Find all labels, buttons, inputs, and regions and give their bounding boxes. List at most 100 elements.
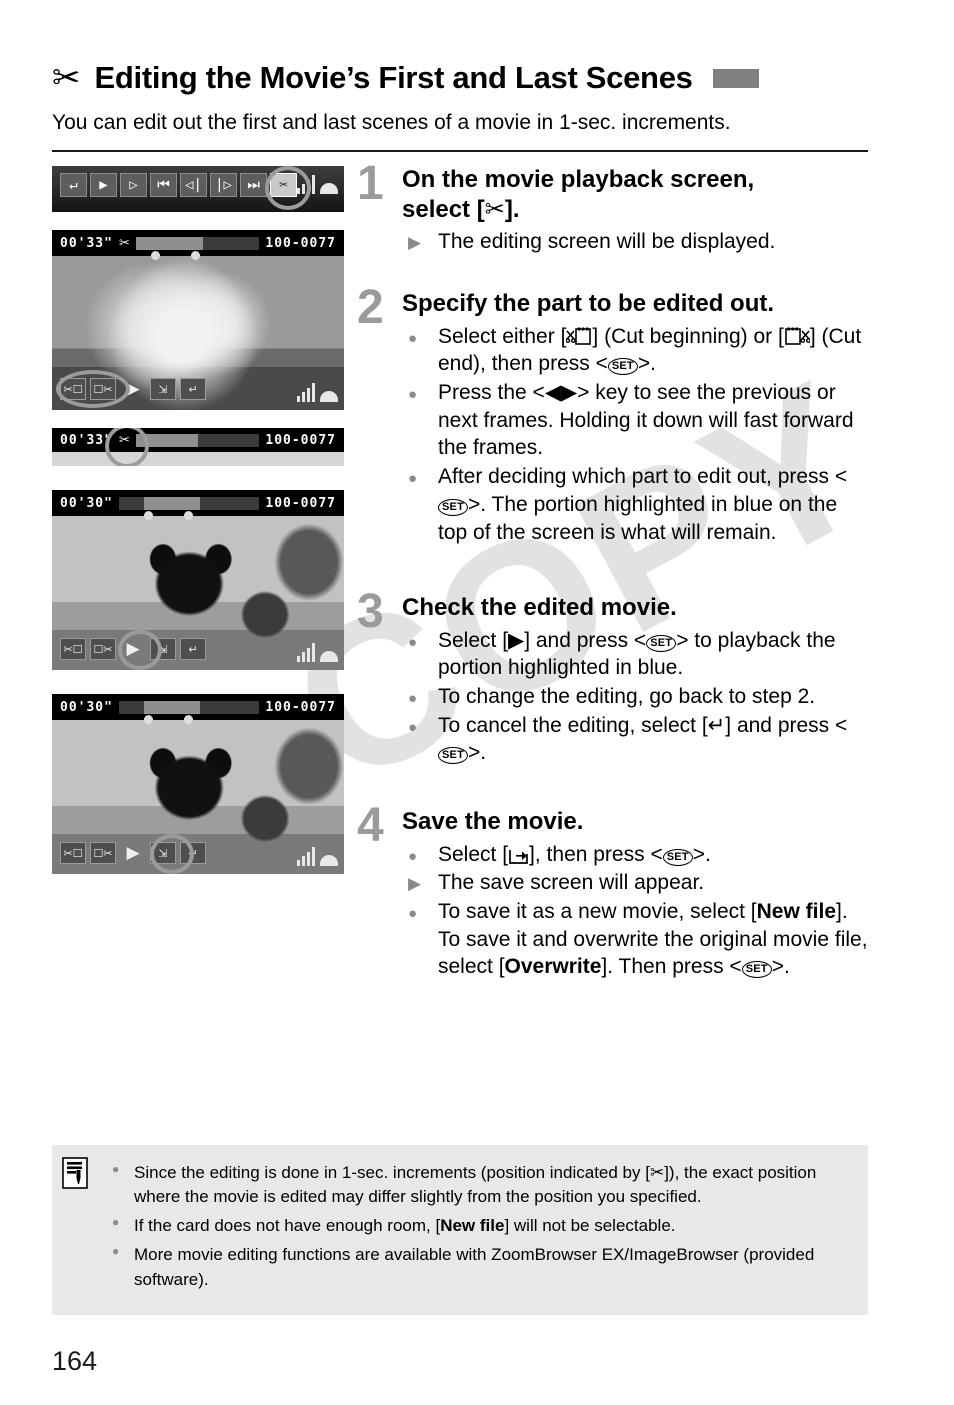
return-icon: ↵ [707, 712, 726, 737]
set-key-icon: SET [741, 961, 772, 979]
scissors-icon: ✂ [118, 235, 130, 251]
bullet-text: Press the < [438, 381, 545, 404]
highlight-ellipse [105, 428, 149, 467]
step-number: 2 [357, 281, 384, 335]
edit-timeline[interactable] [118, 496, 260, 520]
volume-bars-icon [297, 382, 315, 403]
step-2-bullets: Select either [] (Cut beginning) or [] (… [402, 323, 870, 547]
step-heading: Specify the part to be edited out. [402, 290, 775, 318]
bullet-text: ]. Then press < [601, 955, 742, 979]
timecode: 00'30" [60, 495, 113, 511]
list-item: To cancel the editing, select [↵] and pr… [402, 712, 870, 767]
first-frame-icon[interactable]: ⏮ [150, 173, 177, 198]
bullet-text: After deciding which part to edit out, p… [438, 465, 848, 489]
triangle-bullet-icon [408, 869, 421, 897]
next-frame-icon[interactable]: |▷ [210, 173, 237, 198]
dot-bullet-icon [408, 379, 417, 407]
timecode: 00'30" [60, 699, 113, 715]
cut-end-icon[interactable]: ☐✂ [90, 638, 116, 661]
chapter-tab-marker [712, 68, 759, 88]
return-icon[interactable]: ↵ [180, 378, 206, 401]
note-box: Since the editing is done in 1-sec. incr… [52, 1145, 868, 1315]
list-item: The editing screen will be displayed. [402, 228, 870, 256]
step-1: 1 On the movie playback screen, select [… [357, 160, 870, 286]
dot-bullet-icon [112, 1214, 119, 1231]
list-item: To change the editing, go back to step 2… [402, 683, 870, 711]
cut-beginning-icon[interactable]: ✂☐ [60, 842, 86, 865]
dot-bullet-icon [408, 627, 417, 655]
set-key-icon: SET [607, 358, 638, 376]
edit-timeline[interactable] [135, 236, 260, 260]
speaker-icon [320, 651, 338, 663]
step-heading: Check the edited movie. [402, 594, 677, 622]
dot-bullet-icon [408, 841, 417, 869]
bullet-text: >. The portion highlighted in blue on th… [438, 492, 838, 544]
speaker-icon [320, 391, 338, 403]
bullet-text: To change the editing, go back to step 2… [438, 685, 816, 708]
intro-text: You can edit out the first and last scen… [52, 111, 731, 134]
new-file-label: New file [756, 900, 836, 923]
scissors-icon: ✂ [52, 58, 81, 98]
step-4-bullets: Select [], then press <SET>. The save sc… [402, 841, 870, 982]
note-text: ] will not be selectable. [504, 1216, 676, 1236]
dot-bullet-icon [408, 463, 417, 491]
speaker-icon [320, 855, 338, 867]
cut-end-icon[interactable]: ☐✂ [90, 842, 116, 865]
timecode: 00'33" [60, 235, 113, 251]
list-item: Since the editing is done in 1-sec. incr… [110, 1161, 850, 1209]
edit-screen-flower: 00'33" ✂ 100-0077 ✂☐ ☐✂ ▶ ⇲ ↵ [52, 230, 344, 411]
play-icon[interactable]: ▶ [90, 173, 117, 198]
header-divider [52, 150, 868, 153]
edit-timeline[interactable] [118, 700, 260, 724]
list-item: If the card does not have enough room, [… [110, 1214, 850, 1238]
bullet-text: Select either [ [438, 324, 567, 348]
step-number: 1 [357, 157, 384, 211]
bullet-text: >. [771, 955, 790, 979]
save-icon[interactable]: ⇲ [150, 378, 176, 401]
bullet-text: To cancel the editing, select [ [438, 713, 708, 737]
save-icon [508, 845, 529, 864]
cut-beginning-icon[interactable]: ✂☐ [60, 638, 86, 661]
bullet-text: To save it as a new movie, select [ [438, 900, 757, 923]
steps-column: 1 On the movie playback screen, select [… [357, 160, 870, 982]
scissors-icon: ✂ [484, 194, 505, 223]
step-heading-line2a: select [ [402, 195, 485, 223]
edit-timeline[interactable] [135, 433, 260, 447]
step-heading-line1: On the movie playback screen, [402, 166, 755, 194]
dot-bullet-icon [408, 683, 417, 711]
step-number: 3 [357, 585, 384, 639]
play-icon[interactable]: ▶ [120, 842, 146, 864]
scissors-icon: ✂ [649, 1163, 665, 1183]
bullet-text: >. [637, 352, 656, 376]
bullet-text: Select [ [438, 842, 509, 866]
page-title: Editing the Movie’s First and Last Scene… [94, 60, 693, 95]
step-2: 2 Specify the part to be edited out. Sel… [357, 284, 870, 590]
highlight-ellipse [150, 834, 194, 875]
list-item: The save screen will appear. [402, 869, 870, 897]
note-text: Since the editing is done in 1-sec. incr… [134, 1163, 650, 1182]
list-item: After deciding which part to edit out, p… [402, 463, 870, 546]
edit-screen-dog-save: 00'30" 100-0077 ✂☐ ☐✂ ▶ ⇲ ↵ [52, 694, 344, 875]
step-3-bullets: Select [▶] and press <SET> to playback t… [402, 627, 870, 768]
previous-frame-icon[interactable]: ◁| [180, 173, 207, 198]
bullet-text: ] and press < [725, 713, 848, 737]
bullet-text: The editing screen will be displayed. [438, 229, 776, 253]
highlight-ellipse [56, 370, 130, 409]
memo-note-icon [62, 1157, 88, 1189]
return-icon[interactable]: ↵ [60, 173, 87, 198]
step-heading-line2b: ]. [504, 195, 520, 223]
highlight-ellipse [265, 166, 311, 211]
bullet-text: >. [692, 842, 711, 866]
cut-beginning-icon [566, 327, 592, 346]
left-right-key-icon: ◀▶ [544, 380, 578, 404]
dot-bullet-icon [408, 323, 417, 351]
bullet-text: ], then press < [529, 842, 663, 866]
return-icon[interactable]: ↵ [180, 638, 206, 661]
edit-screen-dog-play: 00'30" 100-0077 ✂☐ ☐✂ ▶ ⇲ ↵ [52, 490, 344, 671]
slow-motion-icon[interactable]: ▷ [120, 173, 147, 198]
bullet-text: Select [ [438, 628, 509, 652]
note-text: More movie editing functions are availab… [134, 1245, 815, 1289]
list-item: Select [], then press <SET>. [402, 841, 870, 869]
last-frame-icon[interactable]: ⏭ [240, 173, 267, 198]
step-heading: On the movie playback screen, select [✂]… [402, 166, 870, 224]
